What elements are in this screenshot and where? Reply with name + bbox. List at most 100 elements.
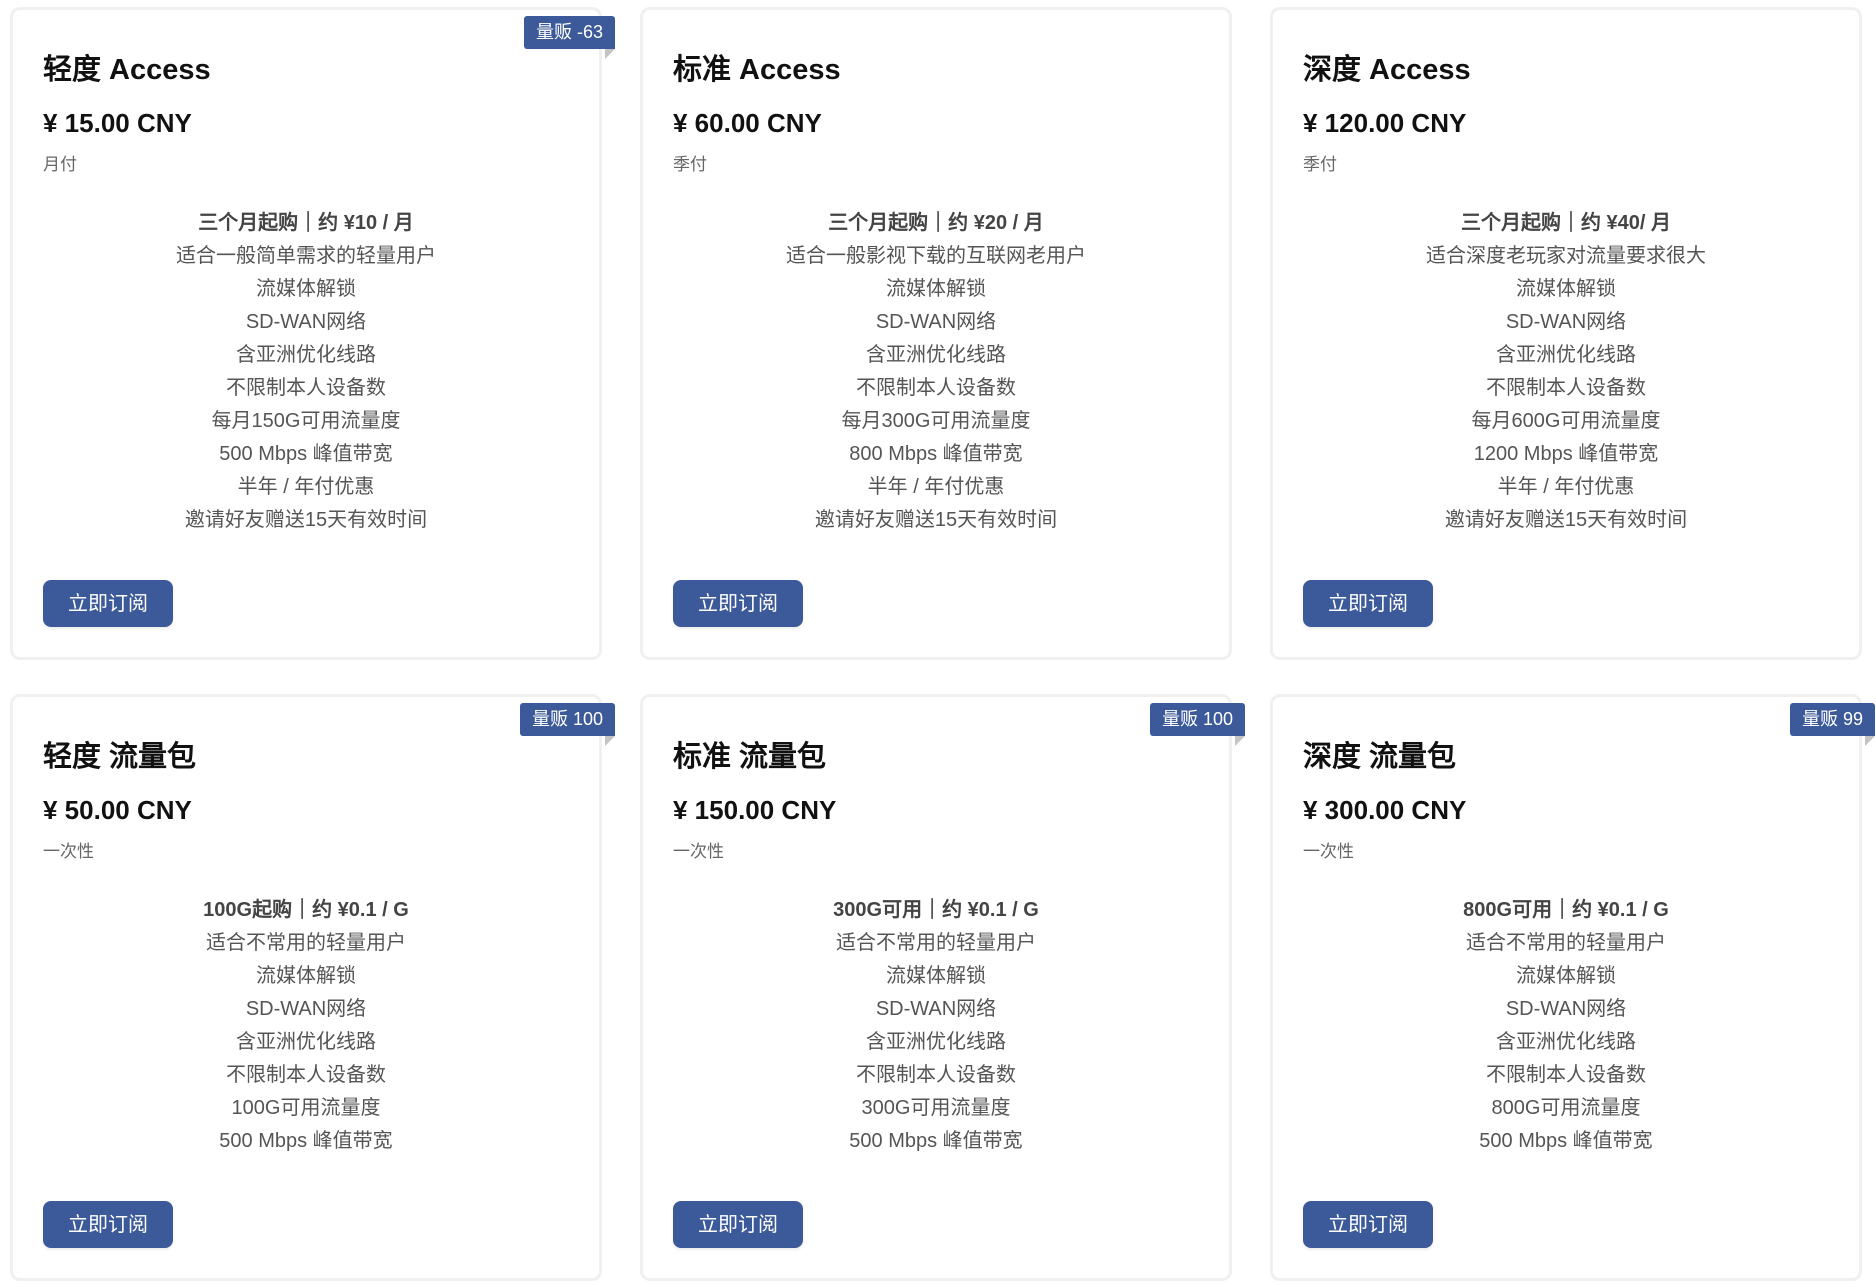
feature-item: 300G可用｜约 ¥0.1 / G [833, 899, 1039, 921]
feature-item: 500 Mbps 峰值带宽 [219, 443, 393, 465]
badge-label: 量贩 100 [1161, 709, 1233, 729]
feature-item: 800 Mbps 峰值带宽 [849, 443, 1023, 465]
plan-card: 标准 Access ¥ 60.00 CNY 季付三个月起购｜约 ¥20 / 月适合一… [640, 7, 1232, 660]
feature-item: 三个月起购｜约 ¥20 / 月 [828, 212, 1044, 234]
feature-item: SD-WAN网络 [1505, 311, 1627, 333]
feature-item: 适合一般影视下载的互联网老用户 [786, 245, 1086, 267]
feature-item: 半年 / 年付优惠 [867, 476, 1005, 498]
feature-item: 不限制本人设备数 [856, 1064, 1016, 1086]
plan-price: ¥ 60.00 CNY [673, 108, 822, 138]
plan-card: 轻度 Access ¥ 15.00 CNY 月付 三个月起购｜约 ¥10 / 月适合一… [10, 7, 615, 660]
subscribe-button[interactable]: 立即订阅 [1303, 580, 1433, 627]
feature-item: 三个月起购｜约 ¥10 / 月 [198, 212, 414, 234]
ribbon-fold-icon [605, 49, 615, 59]
plan-card: 深度 Access ¥ 120.00 CNY 季付三个月起购｜约 ¥40/ 月适合深… [1270, 7, 1862, 660]
subscribe-button[interactable]: 立即订阅 [673, 1201, 803, 1248]
plan-card: 标准 流量包 ¥ 150.00 CNY 一次性 300G可用｜约 ¥0.1 / G 适合… [640, 694, 1245, 1281]
feature-item: 1200 Mbps 峰值带宽 [1473, 443, 1659, 465]
subscribe-button[interactable]: 立即订阅 [43, 1201, 173, 1248]
billing-period: 一次性 [43, 842, 94, 861]
discount-badge: 量贩 100 [519, 703, 615, 746]
feature-list: 100G起购｜约 ¥0.1 / G 适合不常用的轻量用户 流媒体解锁 SD-WAN网络… [13, 894, 599, 1158]
feature-item: 300G可用流量度 [861, 1097, 1011, 1119]
discount-badge: 量贩 99 [1789, 703, 1875, 746]
feature-item: 500 Mbps 峰值带宽 [1479, 1130, 1653, 1152]
feature-list: 800G可用｜约 ¥0.1 / G 适合不常用的轻量用户 流媒体解锁 SD-WAN网络… [1273, 894, 1859, 1158]
plan-title: 轻度 流量包 [43, 741, 197, 773]
badge-label: 量贩 100 [531, 709, 603, 729]
feature-item: 邀请好友赠送15天有效时间 [184, 509, 428, 531]
feature-item: 每月600G可用流量度 [1471, 410, 1661, 432]
feature-item: 不限制本人设备数 [1486, 1064, 1646, 1086]
feature-item: 适合深度老玩家对流量要求很大 [1426, 245, 1706, 267]
feature-item: 半年 / 年付优惠 [1497, 476, 1635, 498]
feature-item: 含亚洲优化线路 [1496, 1031, 1636, 1053]
feature-item: 三个月起购｜约 ¥40/ 月 [1460, 212, 1672, 234]
feature-item: 流媒体解锁 [1516, 965, 1616, 987]
feature-item: 800G可用｜约 ¥0.1 / G [1463, 899, 1669, 921]
badge-label: 量贩 99 [1801, 709, 1863, 729]
ribbon-fold-icon [605, 736, 615, 746]
plan-title: 标准 流量包 [673, 741, 827, 773]
feature-item: 每月300G可用流量度 [841, 410, 1031, 432]
feature-list: 三个月起购｜约 ¥40/ 月适合深度老玩家对流量要求很大 流媒体解锁 SD-WAN网… [1273, 207, 1859, 537]
feature-list: 三个月起购｜约 ¥20 / 月适合一般影视下载的互联网老用户 流媒体解锁 SD-WA… [643, 207, 1229, 537]
feature-item: 适合不常用的轻量用户 [206, 932, 406, 954]
subscribe-button[interactable]: 立即订阅 [1303, 1201, 1433, 1248]
plan-price: ¥ 150.00 CNY [673, 795, 837, 825]
plan-price: ¥ 300.00 CNY [1303, 795, 1467, 825]
badge-label: 量贩 -63 [535, 22, 603, 42]
plan-price: ¥ 50.00 CNY [43, 795, 192, 825]
plan-title: 轻度 Access [43, 54, 211, 86]
feature-item: SD-WAN网络 [875, 998, 997, 1020]
feature-item: 含亚洲优化线路 [1496, 344, 1636, 366]
feature-item: 邀请好友赠送15天有效时间 [1444, 509, 1688, 531]
feature-item: 适合一般简单需求的轻量用户 [176, 245, 436, 267]
billing-period: 一次性 [673, 842, 724, 861]
feature-item: 100G可用流量度 [231, 1097, 381, 1119]
feature-item: 不限制本人设备数 [226, 377, 386, 399]
feature-item: 500 Mbps 峰值带宽 [219, 1130, 393, 1152]
billing-period: 月付 [43, 155, 77, 174]
billing-period: 一次性 [1303, 842, 1354, 861]
ribbon-fold-icon [1865, 736, 1875, 746]
feature-item: 流媒体解锁 [1516, 278, 1616, 300]
feature-item: SD-WAN网络 [1505, 998, 1627, 1020]
feature-item: 半年 / 年付优惠 [237, 476, 375, 498]
feature-item: 含亚洲优化线路 [866, 1031, 1006, 1053]
billing-period: 季付 [673, 155, 707, 174]
feature-list: 三个月起购｜约 ¥10 / 月适合一般简单需求的轻量用户 流媒体解锁 SD-WAN网… [13, 207, 599, 537]
plan-title: 标准 Access [673, 54, 841, 86]
feature-list: 300G可用｜约 ¥0.1 / G 适合不常用的轻量用户 流媒体解锁 SD-WAN网络… [643, 894, 1229, 1158]
feature-item: 邀请好友赠送15天有效时间 [814, 509, 1058, 531]
feature-item: 800G可用流量度 [1491, 1097, 1641, 1119]
feature-item: SD-WAN网络 [245, 311, 367, 333]
feature-item: 流媒体解锁 [256, 278, 356, 300]
billing-period: 季付 [1303, 155, 1337, 174]
subscribe-button[interactable]: 立即订阅 [43, 580, 173, 627]
feature-item: SD-WAN网络 [245, 998, 367, 1020]
feature-item: 含亚洲优化线路 [236, 1031, 376, 1053]
feature-item: 不限制本人设备数 [856, 377, 1016, 399]
feature-item: 流媒体解锁 [886, 965, 986, 987]
feature-item: 流媒体解锁 [256, 965, 356, 987]
ribbon-fold-icon [1235, 736, 1245, 746]
plan-title: 深度 流量包 [1303, 741, 1457, 773]
plan-title: 深度 Access [1303, 54, 1471, 86]
plan-price: ¥ 120.00 CNY [1303, 108, 1467, 138]
plan-card: 深度 流量包 ¥ 300.00 CNY 一次性 800G可用｜约 ¥0.1 / G 适合… [1270, 694, 1875, 1281]
feature-item: 100G起购｜约 ¥0.1 / G [203, 899, 409, 921]
feature-item: 不限制本人设备数 [1486, 377, 1646, 399]
feature-item: 适合不常用的轻量用户 [1466, 932, 1666, 954]
feature-item: 不限制本人设备数 [226, 1064, 386, 1086]
discount-badge: 量贩 100 [1149, 703, 1245, 746]
subscribe-button[interactable]: 立即订阅 [673, 580, 803, 627]
feature-item: SD-WAN网络 [875, 311, 997, 333]
feature-item: 含亚洲优化线路 [866, 344, 1006, 366]
feature-item: 500 Mbps 峰值带宽 [849, 1130, 1023, 1152]
plan-card: 轻度 流量包 ¥ 50.00 CNY 一次性 100G起购｜约 ¥0.1 / G 适合不… [10, 694, 615, 1281]
feature-item: 每月150G可用流量度 [211, 410, 401, 432]
feature-item: 流媒体解锁 [886, 278, 986, 300]
feature-item: 含亚洲优化线路 [236, 344, 376, 366]
feature-item: 适合不常用的轻量用户 [836, 932, 1036, 954]
